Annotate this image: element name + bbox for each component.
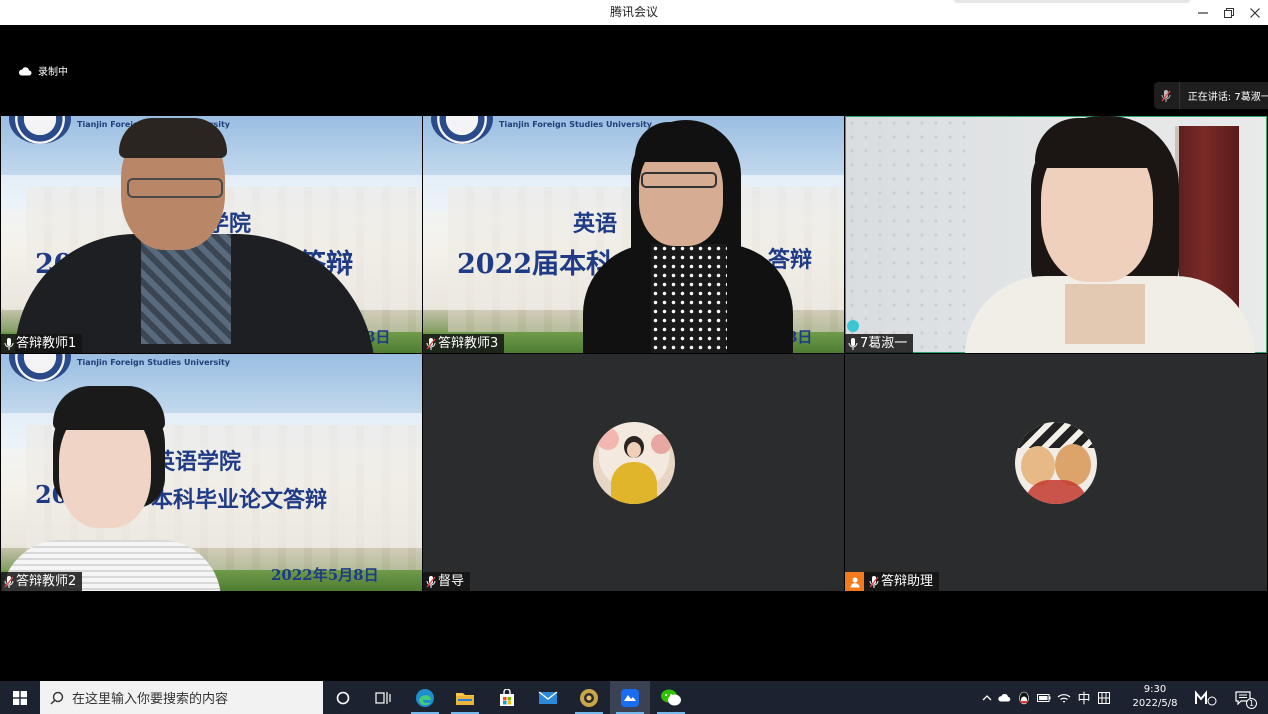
taskbar-wechat[interactable]: [651, 681, 691, 714]
backdrop-subtitle: 2022届本科: [457, 249, 614, 280]
muted-mic-icon: [869, 575, 879, 588]
meeting-logo-icon: [1195, 689, 1217, 705]
two-cats-avatar: [1015, 422, 1097, 504]
ime-language-indicator[interactable]: 中: [1074, 688, 1094, 707]
chevron-up-icon[interactable]: [980, 694, 994, 701]
minimize-icon[interactable]: [1196, 6, 1210, 20]
clock-time: 9:30: [1143, 684, 1167, 695]
cortana-button[interactable]: [323, 681, 363, 714]
notification-count-badge: 1: [1246, 698, 1257, 709]
battery-icon[interactable]: [1034, 693, 1054, 702]
muted-mic-icon: [426, 575, 436, 588]
start-button[interactable]: [0, 681, 40, 714]
recording-label: 录制中: [38, 67, 68, 78]
action-center-button[interactable]: 1: [1226, 681, 1260, 714]
qq-penguin-icon[interactable]: [1014, 691, 1034, 705]
muted-mic-icon: [426, 337, 436, 350]
taskbar-app-gold[interactable]: [569, 681, 609, 714]
backdrop-title: 英语: [573, 211, 618, 237]
taskbar-file-explorer[interactable]: [445, 681, 485, 714]
host-badge-icon: [845, 572, 864, 591]
taskbar-clock[interactable]: 9:30 2022/5/8: [1130, 683, 1180, 711]
wechat-icon: [661, 689, 681, 705]
cyan-object: [847, 320, 859, 332]
windows-logo-icon: [13, 690, 27, 705]
participant-name: 答辩助理: [881, 574, 934, 589]
backdrop-title: 英语学院: [153, 449, 242, 475]
search-icon: [50, 691, 64, 704]
active-speaker-label: 正在讲话: 7葛淑一: [1187, 92, 1268, 103]
cortana-circle-icon: [336, 691, 350, 704]
woman-in-yellow-avatar: [593, 422, 675, 504]
backdrop-date: 2022年5月8日: [271, 566, 379, 584]
mic-on-icon: [4, 337, 14, 350]
participant-name: 答辩教师2: [16, 574, 77, 589]
window-title: 腾讯会议: [609, 5, 658, 19]
university-name: Tianjin Foreign Studies University: [77, 358, 230, 367]
muted-mic-icon: [4, 575, 14, 588]
participant-namebar: 答辩教师2: [1, 572, 83, 591]
video-tile-supervisor[interactable]: 督导: [423, 354, 844, 591]
video-tile-speaker[interactable]: 7葛淑一: [845, 116, 1267, 353]
gold-app-icon: [580, 688, 598, 707]
participant-name: 答辩教师1: [16, 336, 77, 351]
university-name: Tianjin Foreign Studies University: [499, 120, 652, 129]
meet-now-button[interactable]: [1190, 681, 1222, 714]
video-tile-teacher-2[interactable]: Tianjin Foreign Studies University 英语学院 …: [1, 354, 422, 591]
onedrive-icon[interactable]: [994, 693, 1014, 702]
edge-icon: [416, 688, 434, 707]
search-placeholder: 在这里输入你要搜索的内容: [72, 692, 229, 707]
task-view-icon: [375, 691, 391, 704]
title-bar: 腾讯会议: [0, 0, 1268, 25]
tencent-meeting-icon: [621, 688, 639, 707]
taskbar-mail[interactable]: [528, 681, 568, 714]
ime-grid-icon[interactable]: [1094, 691, 1114, 704]
video-tile-teacher-1[interactable]: Tianjin Foreign Studies University 学院 20…: [1, 116, 422, 353]
system-tray: 中: [980, 681, 1114, 714]
video-tile-assistant[interactable]: 答辩助理: [845, 354, 1267, 591]
recording-indicator[interactable]: 录制中: [18, 63, 68, 78]
mic-on-icon: [848, 337, 858, 350]
taskbar-tencent-meeting[interactable]: [610, 681, 650, 714]
video-tile-teacher-3[interactable]: Tianjin Foreign Studies University 英语 20…: [423, 116, 844, 353]
wall-pattern: [845, 116, 965, 353]
participant-name: 答辩教师3: [438, 336, 499, 351]
muted-mic-icon: [1154, 82, 1180, 109]
clock-date: 2022/5/8: [1132, 698, 1178, 709]
participant-namebar: 答辩助理: [845, 572, 940, 591]
backdrop-subtitle-end: 本科毕业论文答辩: [151, 487, 328, 513]
task-view-button[interactable]: [363, 681, 403, 714]
participant-namebar: 7葛淑一: [845, 334, 914, 353]
taskbar-store[interactable]: [487, 681, 527, 714]
close-icon[interactable]: [1248, 6, 1262, 20]
participant-namebar: 答辩教师1: [1, 334, 83, 353]
window-controls: [1196, 0, 1262, 25]
participant-name: 7葛淑一: [860, 336, 908, 351]
participant-namebar: 答辩教师3: [423, 334, 505, 353]
cloud-icon: [18, 66, 32, 75]
folder-icon: [456, 692, 474, 705]
wifi-icon[interactable]: [1054, 692, 1074, 704]
store-bag-icon: [500, 688, 514, 706]
windows-taskbar: 在这里输入你要搜索的内容 中 9:30 2022/5/8 1: [0, 681, 1268, 714]
taskbar-search-box[interactable]: 在这里输入你要搜索的内容: [40, 681, 323, 714]
participant-name: 督导: [438, 574, 465, 589]
mail-icon: [538, 690, 558, 704]
taskbar-edge[interactable]: [405, 681, 445, 714]
restore-icon[interactable]: [1222, 6, 1236, 20]
active-speaker-pill[interactable]: 正在讲话: 7葛淑一: [1154, 82, 1268, 109]
participant-namebar: 督导: [423, 572, 471, 591]
